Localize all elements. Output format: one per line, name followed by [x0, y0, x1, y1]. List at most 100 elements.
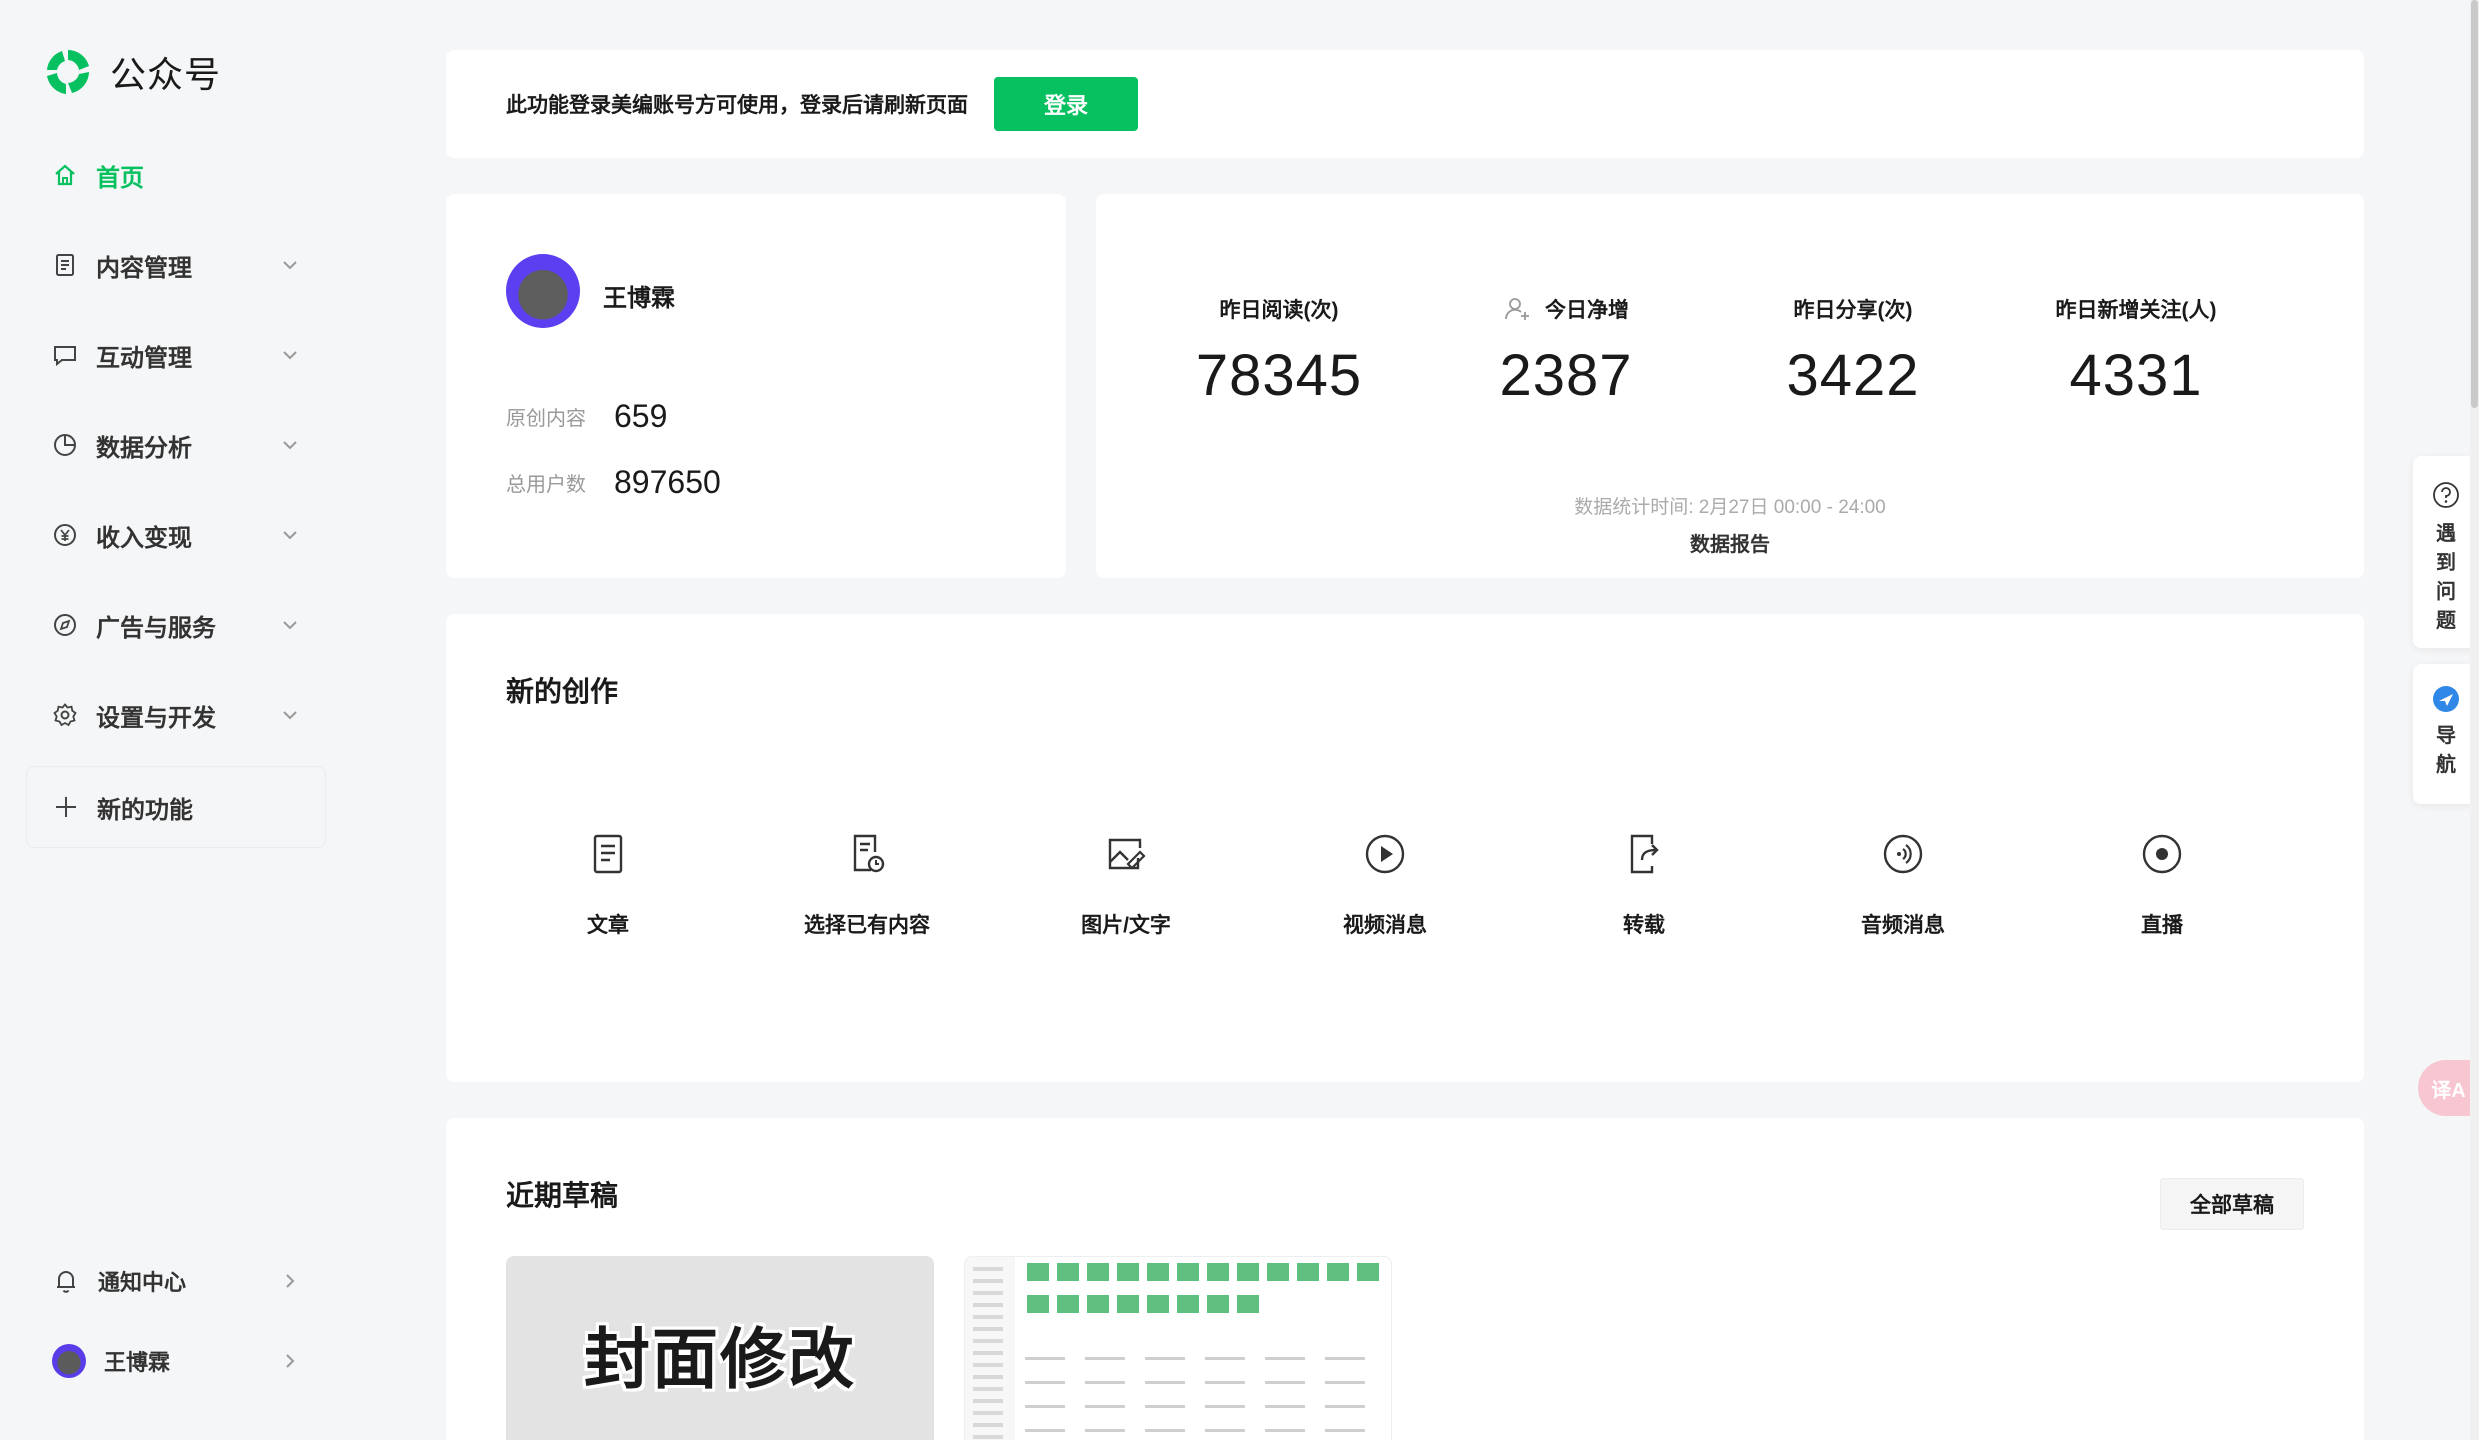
- chevron-down-icon: [283, 621, 297, 630]
- sidebar-item-revenue[interactable]: 收入变现: [26, 490, 326, 580]
- existing-content-icon: [853, 834, 885, 873]
- create-item-label: 图片/文字: [1081, 914, 1171, 937]
- draft-screenshot-thumbnail: [965, 1257, 1379, 1440]
- user-add-icon: [1505, 298, 1529, 320]
- create-image-text[interactable]: 图片/文字: [1016, 828, 1236, 939]
- metric-yesterday-reads[interactable]: 昨日阅读(次) 78345: [1139, 294, 1419, 409]
- notification-center-label: 通知中心: [98, 1270, 187, 1295]
- navigation-icon: [2433, 686, 2459, 712]
- sidebar-item-analytics[interactable]: 数据分析: [26, 400, 326, 490]
- avatar[interactable]: [506, 254, 580, 328]
- create-item-label: 转载: [1623, 914, 1665, 937]
- section-title: 新的创作: [506, 676, 619, 707]
- profile-name: 王博霖: [603, 285, 675, 312]
- user-menu[interactable]: 王博霖: [26, 1326, 326, 1396]
- home-icon: [52, 162, 78, 188]
- new-creation-card: 新的创作 文章 选择已有内容 图片/文字 视频消息 转载 音频消息 直播: [446, 614, 2364, 1082]
- create-article[interactable]: 文章: [498, 828, 718, 939]
- sidebar-item-label: 首页: [96, 164, 144, 192]
- scrollbar[interactable]: [2470, 0, 2479, 1440]
- chevron-right-icon: [286, 1274, 295, 1288]
- total-users-label: 总用户数: [506, 474, 586, 496]
- create-item-label: 视频消息: [1343, 914, 1427, 937]
- new-feature-button[interactable]: 新的功能: [26, 766, 326, 848]
- sidebar-item-label: 数据分析: [96, 434, 192, 462]
- original-content-stat: 原创内容 659: [506, 398, 667, 435]
- metric-yesterday-shares[interactable]: 昨日分享(次) 3422: [1713, 294, 1993, 409]
- plus-icon: [56, 797, 76, 817]
- help-label: 遇到问题: [2436, 523, 2456, 632]
- original-content-value: 659: [614, 398, 668, 434]
- total-users-value: 897650: [614, 464, 721, 500]
- sidebar-item-label: 设置与开发: [96, 704, 216, 732]
- metric-label: 昨日阅读(次): [1219, 299, 1339, 322]
- metrics-card: 昨日阅读(次) 78345 今日净增 2387 昨日分享(次) 3422 昨日新…: [1096, 194, 2364, 578]
- total-users-stat: 总用户数 897650: [506, 464, 721, 501]
- login-banner: 此功能登录美编账号方可使用，登录后请刷新页面 登录: [446, 50, 2364, 158]
- bell-icon: [57, 1271, 75, 1293]
- sidebar-item-label: 互动管理: [96, 344, 192, 372]
- sidebar-item-content[interactable]: 内容管理: [26, 220, 326, 310]
- video-icon: [1365, 834, 1405, 874]
- create-existing-content[interactable]: 选择已有内容: [757, 828, 977, 939]
- user-name: 王博霖: [104, 1350, 171, 1375]
- login-button[interactable]: 登录: [994, 77, 1138, 131]
- app-logo[interactable]: 公众号: [42, 46, 221, 98]
- draft-card[interactable]: 封面修改: [506, 1256, 934, 1440]
- metric-label: 今日净增: [1545, 299, 1629, 322]
- create-audio[interactable]: 音频消息: [1793, 828, 2013, 939]
- metric-value: 78345: [1195, 343, 1363, 408]
- chevron-down-icon: [283, 351, 297, 360]
- stat-time: 数据统计时间: 2月27日 00:00 - 24:00: [1574, 497, 1886, 518]
- create-video[interactable]: 视频消息: [1275, 828, 1495, 939]
- original-content-label: 原创内容: [506, 408, 586, 430]
- sidebar-item-ads[interactable]: 广告与服务: [26, 580, 326, 670]
- compass-icon: [52, 612, 78, 638]
- app-title: 公众号: [110, 54, 222, 95]
- create-item-label: 文章: [587, 914, 629, 937]
- article-icon: [593, 834, 623, 874]
- sidebar-item-label: 内容管理: [96, 254, 192, 282]
- sidebar-item-settings[interactable]: 设置与开发: [26, 670, 326, 760]
- gear-icon: [52, 702, 78, 728]
- chevron-down-icon: [283, 261, 297, 270]
- scrollbar-thumb[interactable]: [2471, 0, 2478, 408]
- draft-card[interactable]: [964, 1256, 1392, 1440]
- create-item-label: 音频消息: [1861, 914, 1945, 937]
- chevron-down-icon: [283, 711, 297, 720]
- repost-icon: [1630, 834, 1659, 874]
- document-icon: [52, 252, 78, 278]
- sidebar-item-label: 广告与服务: [96, 614, 216, 642]
- metric-label-row: 今日净增: [1426, 294, 1706, 324]
- metric-today-net-growth[interactable]: 今日净增 2387: [1426, 294, 1706, 409]
- metric-label: 昨日新增关注(人): [2055, 299, 2217, 322]
- chevron-right-icon: [286, 1354, 295, 1368]
- metric-label: 昨日分享(次): [1793, 299, 1913, 322]
- create-item-label: 直播: [2141, 914, 2183, 937]
- create-repost[interactable]: 转载: [1534, 828, 1754, 939]
- sidebar-item-home[interactable]: 首页: [26, 130, 326, 220]
- metric-value: 3422: [1786, 343, 1920, 408]
- avatar: [52, 1344, 86, 1378]
- metric-yesterday-new-followers[interactable]: 昨日新增关注(人) 4331: [1996, 294, 2276, 409]
- data-report-link[interactable]: 数据报告: [1096, 528, 2364, 557]
- sidebar-item-interaction[interactable]: 互动管理: [26, 310, 326, 400]
- create-item-label: 选择已有内容: [804, 914, 930, 937]
- sidebar: 公众号 首页 内容管理 互动管理 数据分析 收入变现 广告与服务 设置与开发 新…: [0, 0, 420, 1440]
- metric-value: 2387: [1499, 343, 1633, 408]
- translate-label: 译A: [2431, 1079, 2466, 1102]
- create-live[interactable]: 直播: [2052, 828, 2272, 939]
- image-text-icon: [1108, 838, 1146, 870]
- question-icon: [2433, 482, 2459, 508]
- new-feature-label: 新的功能: [97, 796, 193, 824]
- wechat-logo-icon: [47, 50, 89, 94]
- all-drafts-button[interactable]: 全部草稿: [2160, 1178, 2304, 1230]
- chevron-down-icon: [283, 531, 297, 540]
- notification-center[interactable]: 通知中心: [26, 1246, 326, 1316]
- audio-icon: [1883, 834, 1923, 874]
- section-title: 近期草稿: [506, 1180, 619, 1211]
- live-icon: [2142, 834, 2182, 874]
- metric-value: 4331: [2069, 343, 2203, 408]
- sidebar-nav: 首页 内容管理 互动管理 数据分析 收入变现 广告与服务 设置与开发: [26, 130, 326, 760]
- chat-icon: [52, 342, 78, 368]
